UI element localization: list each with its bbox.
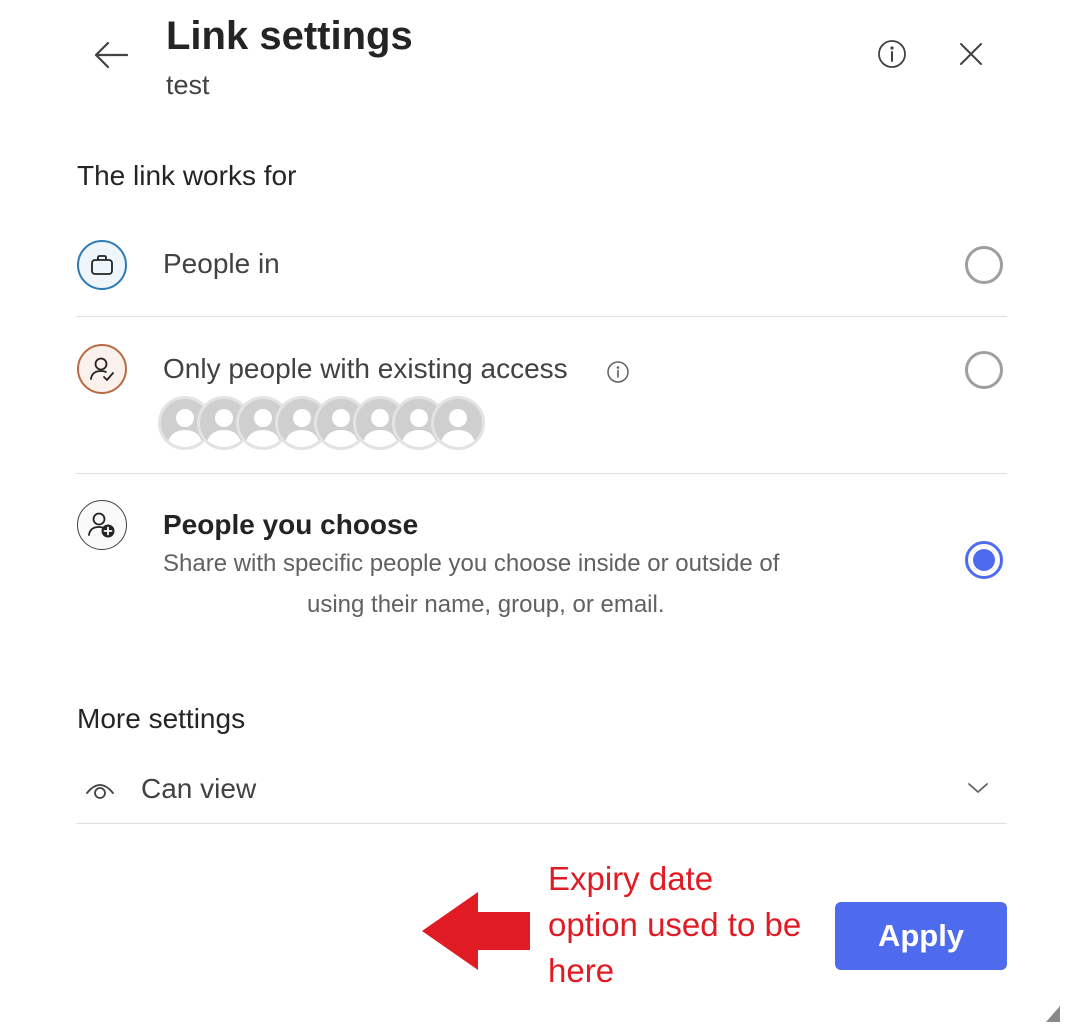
option-icon-people-in [77, 240, 127, 290]
option-label-existing-access: Only people with existing access [163, 353, 568, 384]
close-button[interactable] [952, 36, 990, 72]
more-settings-heading: More settings [77, 703, 246, 734]
eye-icon [84, 776, 116, 809]
annotation-text: Expiry date option used to be here [548, 856, 838, 994]
briefcase-icon [91, 255, 113, 275]
annotation-line: here [548, 952, 615, 989]
back-button[interactable] [88, 32, 134, 78]
person-check-icon [90, 357, 114, 381]
radio-existing-access[interactable] [965, 351, 1003, 389]
avatar-stack [158, 396, 488, 454]
person-icon [440, 409, 476, 447]
option-label-people-in: People in [163, 248, 280, 279]
radio-people-you-choose[interactable] [965, 541, 1003, 579]
close-icon [960, 43, 982, 65]
permission-dropdown[interactable]: Can view [76, 760, 1007, 822]
info-icon [607, 361, 629, 383]
option-description-line1: Share with specific people you choose in… [163, 550, 780, 577]
option-description-line2: using their name, group, or email. [307, 591, 665, 618]
option-icon-people-you-choose [77, 500, 127, 550]
option-label-people-you-choose: People you choose [163, 509, 419, 540]
link-works-for-heading: The link works for [77, 160, 297, 191]
option-icon-existing-access [77, 344, 127, 394]
radio-people-in[interactable] [965, 246, 1003, 284]
annotation-line: option used to be [548, 906, 802, 943]
annotation-line: Expiry date [548, 860, 714, 897]
page-subtitle: test [166, 70, 210, 100]
divider [76, 473, 1007, 474]
resize-grip-icon [1046, 1006, 1060, 1022]
arrow-left-icon [94, 41, 129, 69]
existing-access-info-button[interactable] [604, 358, 632, 386]
info-icon [878, 40, 906, 68]
chevron-down-icon [966, 780, 990, 801]
info-button[interactable] [874, 36, 910, 72]
red-arrow-left-icon [422, 892, 530, 970]
divider [76, 316, 1007, 317]
avatar [431, 396, 485, 450]
apply-button[interactable]: Apply [835, 902, 1007, 970]
permission-label: Can view [141, 773, 257, 804]
divider [76, 823, 1007, 824]
page-title: Link settings [166, 14, 413, 58]
person-add-icon [88, 512, 115, 538]
